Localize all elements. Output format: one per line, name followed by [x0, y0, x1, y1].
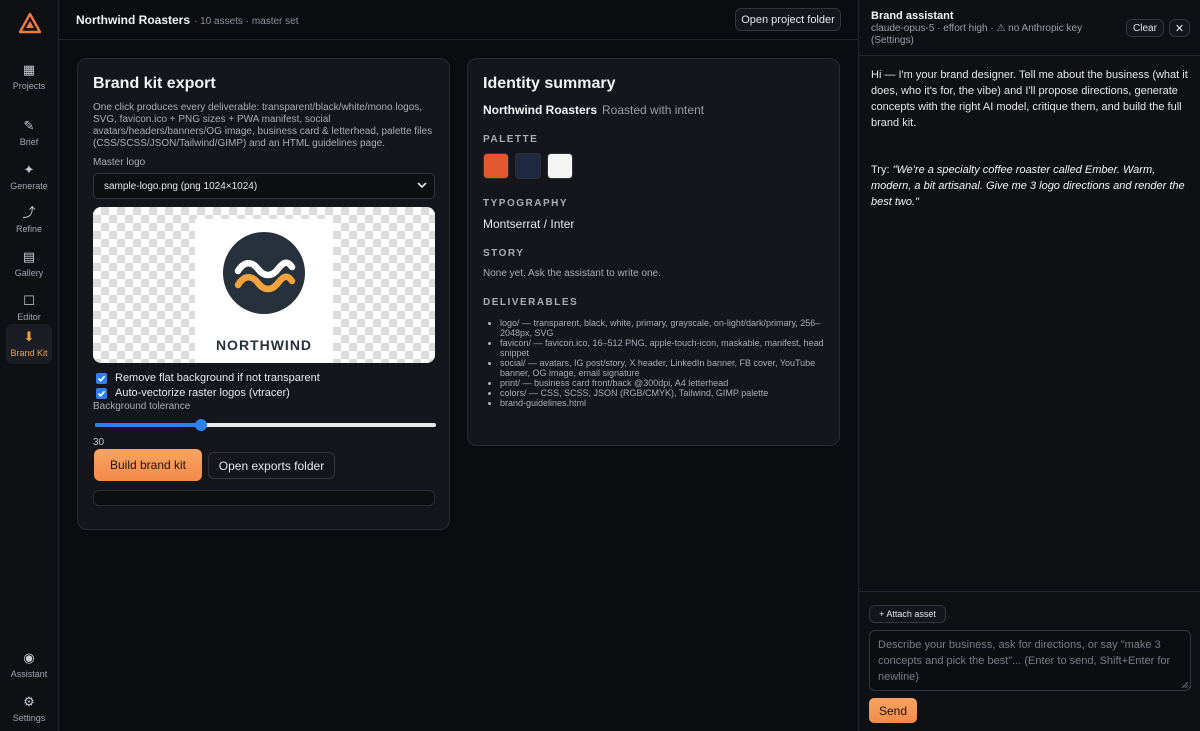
list-item: favicon/ — favicon.ico, 16–512 PNG, appl… [500, 338, 830, 358]
northwind-logo-mark [223, 232, 305, 314]
deliverables-list: logo/ — transparent, black, white, prima… [500, 318, 830, 408]
clear-button[interactable]: Clear [1126, 19, 1164, 37]
rail-item-assistant[interactable]: ◉ Assistant [6, 645, 52, 685]
open-project-folder-button[interactable]: Open project folder [735, 8, 841, 31]
rail-item-brand-kit[interactable]: ⬇ Brand Kit [6, 324, 52, 364]
input-placeholder: Describe your business, ask for directio… [878, 639, 1171, 683]
palette-heading: PALETTE [483, 134, 539, 145]
list-item: social/ — avatars, IG post/story, X head… [500, 358, 830, 378]
list-item: print/ — business card front/back @300dp… [500, 378, 830, 388]
build-progress-bar [93, 490, 435, 506]
rail-item-label: Assistant [10, 669, 48, 679]
rail-item-generate[interactable]: ✦ Generate [6, 157, 52, 197]
rail-item-settings[interactable]: ⚙ Settings [6, 689, 52, 729]
assistant-title: Brand assistant [871, 10, 954, 22]
brand-assistant-panel: Brand assistant claude-opus-5 · effort h… [858, 0, 1200, 731]
export-description: One click produces every deliverable: tr… [93, 102, 433, 149]
radio-icon: ◉ [23, 650, 35, 665]
palette-swatch[interactable] [515, 153, 541, 179]
rail-item-label: Generate [10, 181, 48, 191]
assistant-subtitle: claude-opus-5 · effort high · ⚠ no Anthr… [871, 23, 1083, 46]
top-bar: Northwind Roasters · 10 assets · master s… [59, 0, 858, 40]
deliverables-heading: DELIVERABLES [483, 297, 579, 308]
tolerance-slider[interactable] [95, 419, 436, 431]
pencil-icon: ✎ [23, 118, 35, 133]
slider-fill [95, 423, 201, 427]
checkbox-checked-icon [96, 372, 107, 384]
chevron-down-icon [417, 182, 427, 189]
brand-tagline: Roasted with intent [602, 103, 705, 117]
identity-summary-panel: Identity summary Northwind Roasters Roast… [467, 58, 840, 446]
brand-line: Northwind Roasters Roasted with intent [483, 103, 704, 117]
close-icon: ✕ [1174, 22, 1185, 35]
rail-item-label: Brief [19, 137, 39, 147]
rail-item-brief[interactable]: ✎ Brief [6, 113, 52, 153]
checkbox-label: Auto-vectorize raster logos (vtracer) [115, 387, 290, 399]
download-icon: ⬇ [23, 329, 35, 344]
project-title: Northwind Roasters · 10 assets · master s… [76, 13, 299, 27]
close-button[interactable]: ✕ [1169, 19, 1190, 37]
logo-card: NORTHWIND [195, 219, 333, 363]
attach-asset-button[interactable]: + Attach asset [869, 605, 946, 623]
typography-heading: TYPOGRAPHY [483, 198, 569, 209]
gear-icon: ⚙ [23, 694, 35, 709]
send-button[interactable]: Send [869, 698, 917, 723]
divider [859, 591, 1200, 592]
tolerance-value: 30 [93, 437, 105, 448]
master-logo-select[interactable]: sample-logo.png (png 1024×1024) [93, 173, 435, 199]
left-rail: ▦ Projects ✎ Brief ✦ Generate ⤴ Refine ▤… [0, 0, 59, 731]
master-logo-value: sample-logo.png (png 1024×1024) [104, 180, 258, 192]
open-exports-folder-button[interactable]: Open exports folder [208, 452, 335, 479]
palette-swatch[interactable] [547, 153, 573, 179]
checkbox-checked-icon [96, 387, 107, 399]
app-logo-icon [19, 12, 41, 34]
master-logo-label: Master logo [93, 157, 146, 168]
grid-icon: ▦ [22, 62, 36, 77]
resize-handle-icon[interactable] [1182, 682, 1188, 688]
logo-wordmark: NORTHWIND [215, 337, 313, 353]
rail-item-projects[interactable]: ▦ Projects [6, 57, 52, 97]
square-icon: ☐ [23, 293, 35, 308]
assistant-message: Hi — I'm your brand designer. Tell me ab… [871, 69, 1188, 129]
rail-item-gallery[interactable]: ▤ Gallery [6, 244, 52, 284]
example-prefix: Try: [871, 164, 893, 176]
story-heading: STORY [483, 248, 525, 259]
brand-kit-export-panel: Brand kit export One click produces ever… [77, 58, 450, 530]
palette-swatch[interactable] [483, 153, 509, 179]
rail-item-label: Refine [15, 224, 42, 234]
remove-background-checkbox[interactable]: Remove flat background if not transparen… [96, 372, 320, 384]
assistant-header: Brand assistant claude-opus-5 · effort h… [859, 0, 1200, 56]
refine-arrow-icon: ⤴ [22, 205, 36, 220]
assistant-message-input[interactable]: Describe your business, ask for directio… [869, 630, 1191, 691]
project-meta: · 10 assets · master set [194, 16, 299, 27]
story-value: None yet. Ask the assistant to write one… [483, 268, 661, 279]
logo-preview: NORTHWIND [93, 207, 435, 363]
gallery-icon: ▤ [22, 249, 36, 264]
panel-title: Identity summary [483, 75, 616, 92]
rail-item-label: Settings [12, 713, 46, 723]
rail-item-label: Brand Kit [10, 348, 48, 358]
example-prompt: "We're a specialty coffee roaster called… [871, 164, 1185, 208]
list-item: brand-guidelines.html [500, 398, 830, 408]
typography-value: Montserrat / Inter [483, 217, 575, 231]
tolerance-label: Background tolerance [93, 401, 191, 412]
list-item: colors/ — CSS, SCSS, JSON (RGB/CMYK), Ta… [500, 388, 830, 398]
auto-vectorize-checkbox[interactable]: Auto-vectorize raster logos (vtracer) [96, 387, 290, 399]
rail-item-editor[interactable]: ☐ Editor [6, 288, 52, 328]
assistant-example: Try: "We're a specialty coffee roaster c… [871, 162, 1189, 210]
rail-item-label: Projects [12, 81, 46, 91]
panel-title: Brand kit export [93, 75, 216, 92]
rail-item-label: Gallery [14, 268, 44, 278]
rail-item-refine[interactable]: ⤴ Refine [6, 200, 52, 240]
project-name: Northwind Roasters [76, 13, 191, 27]
brand-name: Northwind Roasters [483, 103, 598, 117]
slider-thumb[interactable] [194, 419, 207, 431]
list-item: logo/ — transparent, black, white, prima… [500, 318, 830, 338]
sparkle-icon: ✦ [23, 162, 35, 177]
build-brand-kit-button[interactable]: Build brand kit [94, 449, 202, 481]
rail-item-label: Editor [17, 312, 41, 322]
checkbox-label: Remove flat background if not transparen… [115, 372, 320, 384]
